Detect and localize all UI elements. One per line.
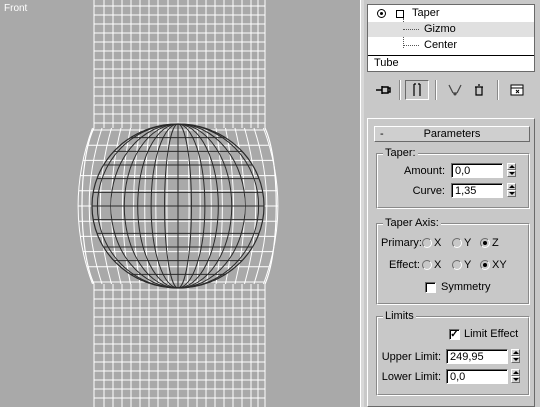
taper-axis-group: Taper Axis: Primary: X Y Z Effect: X Y X…: [376, 217, 530, 305]
primary-z-label: Z: [492, 237, 499, 249]
curve-label: Curve:: [412, 185, 445, 197]
amount-label: Amount:: [404, 165, 445, 177]
primary-label: Primary:: [381, 237, 422, 249]
stack-item-center[interactable]: Center: [368, 38, 534, 53]
limits-group: Limits ✓ Limit Effect Upper Limit: Lower…: [376, 310, 530, 396]
tree-connector: [403, 29, 419, 30]
primary-z-radio[interactable]: [480, 238, 490, 248]
wireframe-render: [77, 0, 279, 407]
upper-limit-label: Upper Limit:: [381, 351, 441, 363]
limit-effect-checkbox[interactable]: ✓: [449, 329, 460, 340]
stack-item-gizmo[interactable]: Gizmo: [368, 22, 534, 37]
group-title: Taper Axis:: [383, 217, 441, 229]
toolbar-separator: [399, 80, 401, 100]
command-panel: Taper Gizmo Center Tube - Parameters Tap…: [364, 0, 540, 407]
taper-group: Taper: Amount: Curve:: [376, 147, 530, 209]
toolbar-separator: [435, 80, 437, 100]
upper-limit-spinner[interactable]: [511, 349, 520, 364]
symmetry-checkbox[interactable]: [425, 282, 436, 293]
symmetry-label: Symmetry: [441, 281, 491, 293]
group-title: Limits: [383, 310, 416, 322]
curve-field[interactable]: [451, 183, 503, 198]
curve-spinner[interactable]: [507, 183, 516, 198]
lower-limit-label: Lower Limit:: [381, 371, 441, 383]
rollout-title: Parameters: [423, 128, 481, 140]
modifier-stack-list[interactable]: Taper Gizmo Center Tube: [367, 4, 535, 72]
stack-item-taper[interactable]: Taper: [368, 6, 534, 21]
amount-field[interactable]: [451, 163, 503, 178]
viewport-front[interactable]: Front: [0, 0, 360, 407]
lower-limit-spinner[interactable]: [511, 369, 520, 384]
stack-item-label: Gizmo: [424, 23, 456, 35]
configure-modifier-sets-icon[interactable]: [505, 80, 529, 100]
expand-box-icon[interactable]: [396, 10, 404, 18]
parameters-rollout: - Parameters Taper: Amount: Curve: Taper…: [367, 118, 535, 407]
parameters-rollout-header[interactable]: - Parameters: [374, 126, 530, 142]
modifier-stack-toolbar: [367, 78, 535, 102]
effect-xy-radio[interactable]: [480, 260, 490, 270]
tree-connector: [403, 45, 419, 46]
viewport-label[interactable]: Front: [4, 3, 27, 14]
stack-item-label: Tube: [374, 57, 399, 69]
effect-x-label: X: [434, 259, 442, 271]
show-end-result-icon[interactable]: [405, 80, 429, 100]
pin-stack-icon[interactable]: [371, 80, 395, 100]
group-title: Taper:: [383, 147, 418, 159]
stack-item-label: Taper: [412, 7, 440, 19]
make-unique-icon[interactable]: [443, 80, 467, 100]
primary-y-label: Y: [464, 237, 472, 249]
effect-label: Effect:: [389, 259, 420, 271]
effect-xy-label: XY: [492, 259, 507, 271]
amount-spinner[interactable]: [507, 163, 516, 178]
lower-limit-field[interactable]: [446, 369, 508, 384]
stack-item-tube[interactable]: Tube: [368, 56, 534, 71]
toolbar-separator: [497, 80, 499, 100]
effect-x-radio[interactable]: [422, 260, 432, 270]
remove-modifier-icon[interactable]: [467, 80, 491, 100]
effect-y-label: Y: [464, 259, 472, 271]
limit-effect-label: Limit Effect: [464, 328, 519, 340]
primary-y-radio[interactable]: [452, 238, 462, 248]
upper-limit-field[interactable]: [446, 349, 508, 364]
lightbulb-icon[interactable]: [377, 9, 386, 18]
primary-x-radio[interactable]: [422, 238, 432, 248]
primary-x-label: X: [434, 237, 442, 249]
effect-y-radio[interactable]: [452, 260, 462, 270]
stack-item-label: Center: [424, 39, 458, 51]
